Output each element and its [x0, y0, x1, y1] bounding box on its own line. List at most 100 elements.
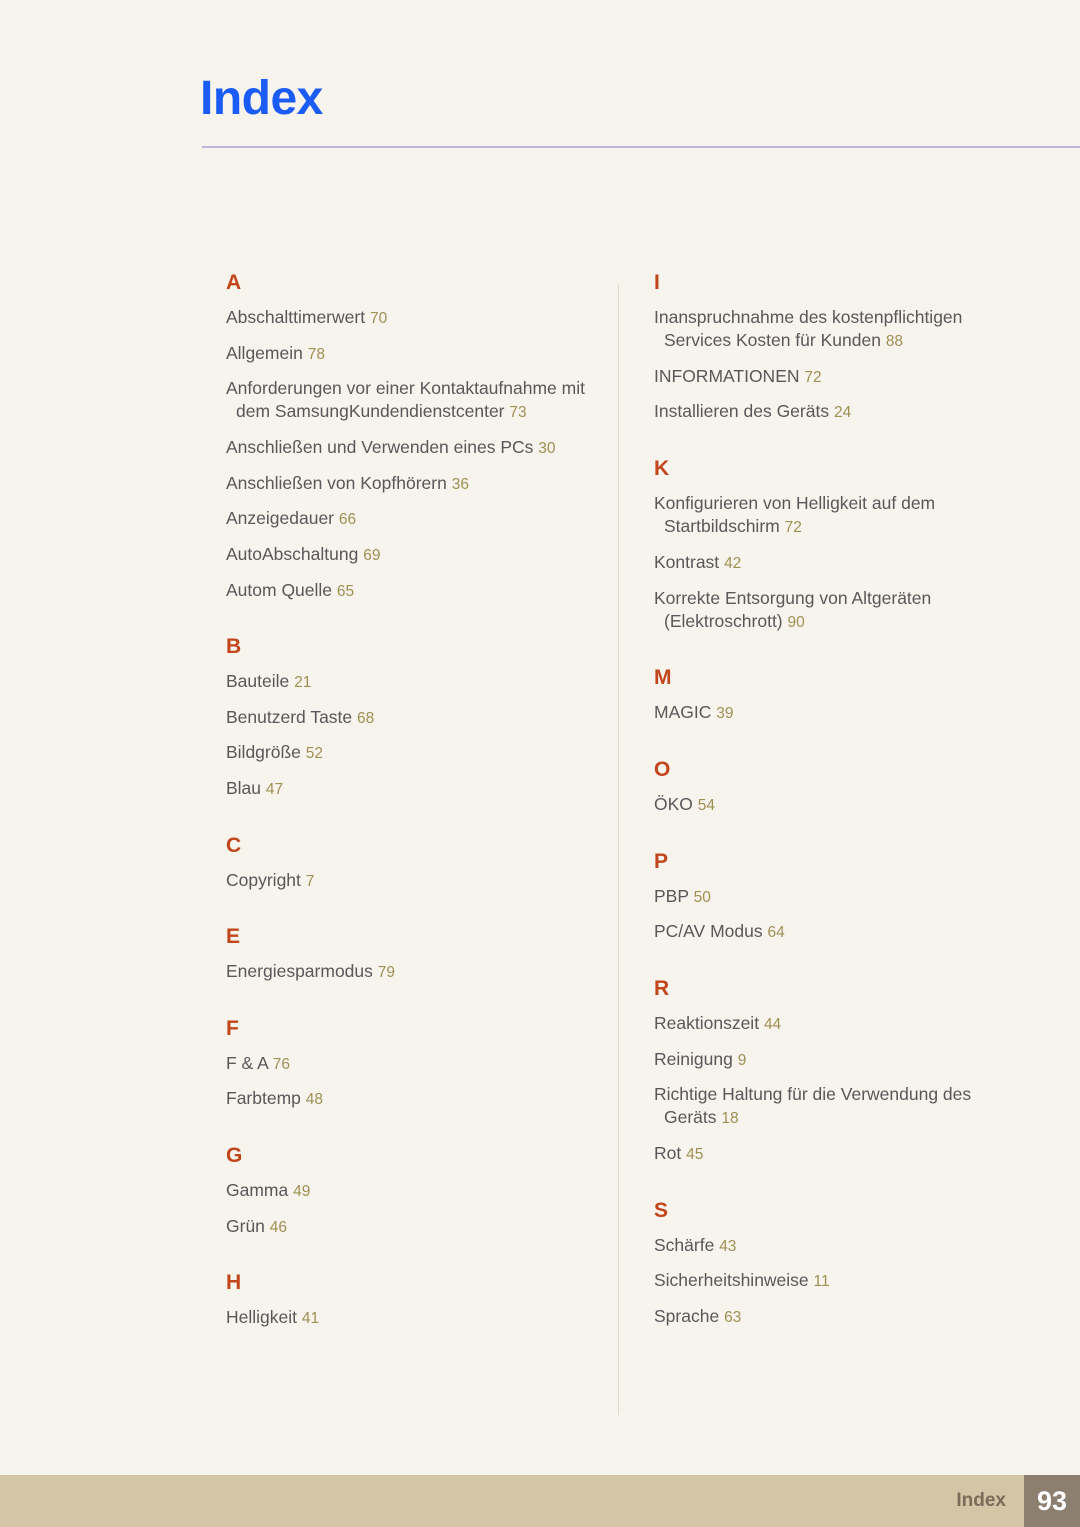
index-entry-text: Anschließen und Verwenden eines PCs	[226, 437, 534, 458]
index-entry-text: Bauteile	[226, 671, 290, 692]
index-entry-page-number: 88	[885, 333, 904, 351]
index-entry-page-number: 24	[833, 404, 852, 422]
index-entry[interactable]: Korrekte Entsorgung von Altgeräten (Elek…	[654, 587, 1026, 634]
index-entry-text: Energiesparmodus	[226, 961, 373, 982]
index-entry[interactable]: Energiesparmodus 79	[226, 960, 598, 984]
index-section-k: K Konfigurieren von Helligkeit auf dem St…	[654, 458, 1026, 633]
index-entry[interactable]: Anzeigedauer 66	[226, 507, 598, 531]
index-entry-page-number: 49	[293, 1183, 311, 1201]
index-entry[interactable]: MAGIC 39	[654, 701, 1026, 725]
page-title: Index	[200, 72, 323, 125]
index-entry[interactable]: Rot 45	[654, 1142, 1026, 1166]
index-entry-text: Anforderungen vor einer Kontaktaufnahme …	[226, 378, 585, 422]
index-column-left: A Abschalttimerwert 70 Allgemein 78 Anforde…	[226, 272, 598, 1330]
index-entry-text: F & A	[226, 1052, 268, 1073]
index-entry[interactable]: F & A 76	[226, 1052, 598, 1076]
index-entry[interactable]: PBP 50	[654, 885, 1026, 909]
column-divider-line	[618, 285, 619, 1415]
index-entry[interactable]: Bauteile 21	[226, 670, 598, 694]
index-entry[interactable]: Copyright 7	[226, 869, 598, 893]
index-entry-text: Sicherheitshinweise	[654, 1270, 809, 1291]
index-entry[interactable]: Reinigung 9	[654, 1048, 1026, 1072]
section-letter: A	[226, 271, 242, 294]
index-entry-text: Reinigung	[654, 1048, 733, 1069]
index-entry-text: Copyright	[226, 869, 301, 890]
index-entry-text: Kontrast	[654, 551, 720, 572]
index-entry-text: Richtige Haltung für die Verwendung des …	[654, 1084, 972, 1128]
index-entry[interactable]: Richtige Haltung für die Verwendung des …	[654, 1083, 1026, 1130]
index-entry[interactable]: Inanspruchnahme des kostenpflichtigen Se…	[654, 306, 1026, 353]
index-entry-page-number: 69	[363, 546, 381, 564]
index-section-i: I Inanspruchnahme des kostenpflichtigen S…	[654, 272, 1026, 424]
index-entry-text: Allgemein	[226, 342, 303, 363]
index-entry-text: Schärfe	[654, 1234, 715, 1255]
index-entry[interactable]: INFORMATIONEN 72	[654, 365, 1026, 389]
index-entry-text: Bildgröße	[226, 742, 301, 763]
index-entry-page-number: 54	[697, 797, 716, 815]
index-entry-page-number: 41	[301, 1310, 320, 1328]
index-section-c: C Copyright 7	[226, 835, 598, 893]
index-entry-page-number: 11	[813, 1273, 830, 1291]
index-entry-page-number: 72	[784, 519, 802, 537]
index-entry-page-number: 68	[357, 709, 375, 727]
index-entry[interactable]: Allgemein 78	[226, 342, 598, 366]
index-entry-page-number: 73	[509, 404, 527, 422]
index-entry-text: Sprache	[654, 1305, 720, 1326]
index-entry-text: Reaktionszeit	[654, 1012, 760, 1033]
section-letter: E	[226, 925, 241, 949]
index-entry[interactable]: AutoAbschaltung 69	[226, 543, 598, 567]
index-section-f: F F & A 76 Farbtemp 48	[226, 1018, 598, 1111]
index-section-o: O ÖKO 54	[654, 759, 1026, 817]
index-entry[interactable]: Anforderungen vor einer Kontaktaufnahme …	[226, 377, 598, 424]
index-entry-page-number: 65	[336, 582, 355, 600]
index-entry[interactable]: PC/AV Modus 64	[654, 920, 1026, 944]
index-entry-page-number: 48	[305, 1091, 324, 1109]
index-entry[interactable]: Abschalttimerwert 70	[226, 306, 598, 330]
index-entry[interactable]: Anschließen von Kopfhörern 36	[226, 472, 598, 496]
section-letter: P	[654, 849, 669, 873]
index-entry-text: Abschalttimerwert	[226, 307, 366, 327]
index-entry-page-number: 47	[265, 780, 284, 798]
index-entry[interactable]: Benutzerd Taste 68	[226, 706, 598, 730]
index-entry[interactable]: Grün 46	[226, 1215, 598, 1239]
index-section-m: M MAGIC 39	[654, 667, 1026, 725]
index-entry[interactable]: Installieren des Geräts 24	[654, 400, 1026, 424]
index-entry-page-number: 52	[305, 745, 324, 763]
index-entry-text: INFORMATIONEN	[654, 365, 800, 386]
index-entry[interactable]: ÖKO 54	[654, 793, 1026, 817]
index-entry-page-number: 18	[721, 1110, 739, 1128]
index-entry[interactable]: Anschließen und Verwenden eines PCs 30	[226, 436, 598, 460]
index-entry[interactable]: Helligkeit 41	[226, 1306, 598, 1330]
index-entry-page-number: 78	[307, 345, 325, 363]
section-letter: C	[226, 833, 242, 857]
index-entry[interactable]: Kontrast 42	[654, 551, 1026, 575]
index-entry-page-number: 90	[787, 613, 805, 631]
index-entry-page-number: 7	[305, 872, 315, 890]
section-letter: H	[226, 1271, 242, 1295]
index-entry-page-number: 76	[272, 1055, 290, 1073]
index-entry[interactable]: Blau 47	[226, 777, 598, 801]
index-entry[interactable]: Sicherheitshinweise 11	[654, 1269, 1026, 1293]
section-letter: O	[654, 758, 671, 782]
index-entry[interactable]: Konfigurieren von Helligkeit auf dem Sta…	[654, 492, 1026, 539]
index-entry-text: PC/AV Modus	[654, 921, 763, 942]
index-entry-page-number: 44	[763, 1015, 782, 1033]
section-letter: M	[654, 666, 672, 690]
index-entry[interactable]: Reaktionszeit 44	[654, 1012, 1026, 1036]
index-entry-text: Autom Quelle	[226, 579, 333, 600]
index-entry[interactable]: Autom Quelle 65	[226, 579, 598, 603]
index-entry-text: Anzeigedauer	[226, 508, 334, 529]
index-entry-text: Benutzerd Taste	[226, 706, 353, 727]
index-entry[interactable]: Schärfe 43	[654, 1234, 1026, 1258]
index-entry-page-number: 79	[377, 964, 396, 982]
index-section-h: H Helligkeit 41	[226, 1272, 598, 1330]
index-entry[interactable]: Bildgröße 52	[226, 741, 598, 765]
index-entry[interactable]: Farbtemp 48	[226, 1087, 598, 1111]
index-entry[interactable]: Sprache 63	[654, 1305, 1026, 1329]
section-letter: S	[654, 1198, 669, 1222]
index-entry[interactable]: Gamma 49	[226, 1179, 598, 1203]
index-entry-page-number: 66	[338, 511, 357, 529]
section-letter: F	[226, 1016, 239, 1040]
footer-section-label: Index	[956, 1490, 1006, 1511]
section-letter: G	[226, 1144, 243, 1168]
